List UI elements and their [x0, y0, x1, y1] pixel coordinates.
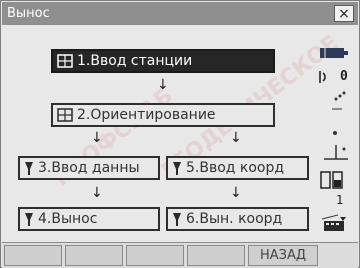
tilt-icon	[324, 89, 348, 115]
main-panel: ПРОФСНАБ ГЕОДЕЗИЧЕСКОЕ 1.Ввод станции ↓	[2, 25, 358, 242]
function-key-2[interactable]	[65, 245, 123, 266]
function-key-1[interactable]	[4, 245, 62, 266]
back-label: НАЗАД	[259, 248, 307, 263]
orientation-button[interactable]: 2.Ориентирование	[51, 103, 275, 127]
status-sidebar: 0 1	[314, 25, 358, 242]
stakeout-window: Вынос × ПРОФСНАБ ГЕОДЕЗИЧЕСКОЕ 1.Ввод ст…	[0, 0, 360, 268]
data-input-button[interactable]: 3.Ввод данны	[18, 156, 160, 180]
target-icon	[318, 69, 332, 88]
back-button[interactable]: НАЗАД	[248, 245, 318, 266]
dot-icon	[332, 121, 338, 140]
coord-input-button[interactable]: 5.Ввод коорд	[166, 156, 309, 180]
title-bar: Вынос ×	[2, 2, 358, 25]
function-key-bar: НАЗАД	[2, 242, 358, 268]
station-input-button[interactable]: 1.Ввод станции	[51, 49, 275, 73]
staff-icon	[172, 211, 182, 227]
stakeout-coord-label: 6.Вын. коорд	[186, 211, 283, 227]
grid-icon	[57, 108, 73, 122]
keyboard-icon	[322, 215, 348, 239]
staff-icon	[24, 211, 34, 227]
coord-input-label: 5.Ввод коорд	[186, 160, 285, 176]
arrow-down-icon: ↓	[157, 77, 169, 93]
close-icon: ×	[338, 5, 350, 22]
orientation-label: 2.Ориентирование	[77, 107, 216, 123]
memory-card-icon	[320, 171, 344, 195]
stakeout-coord-button[interactable]: 6.Вын. коорд	[166, 207, 309, 231]
function-key-4[interactable]	[187, 245, 245, 266]
arrow-down-icon: ↓	[91, 185, 103, 201]
grid-icon	[57, 54, 73, 68]
data-input-label: 3.Ввод данны	[38, 160, 140, 176]
arrow-down-icon: ↓	[230, 185, 242, 201]
station-input-label: 1.Ввод станции	[77, 53, 193, 69]
zero-label: 0	[340, 69, 348, 84]
staff-icon	[24, 160, 34, 176]
arrow-down-icon: ↓	[91, 130, 103, 146]
prism-icon	[322, 141, 350, 165]
close-button[interactable]: ×	[334, 5, 354, 22]
stakeout-label: 4.Вынос	[38, 211, 98, 227]
stakeout-button[interactable]: 4.Вынос	[18, 207, 160, 231]
window-title: Вынос	[7, 6, 50, 21]
staff-icon	[172, 160, 182, 176]
arrow-down-icon: ↓	[230, 130, 242, 146]
function-key-3[interactable]	[126, 245, 184, 266]
battery-icon	[320, 45, 350, 64]
